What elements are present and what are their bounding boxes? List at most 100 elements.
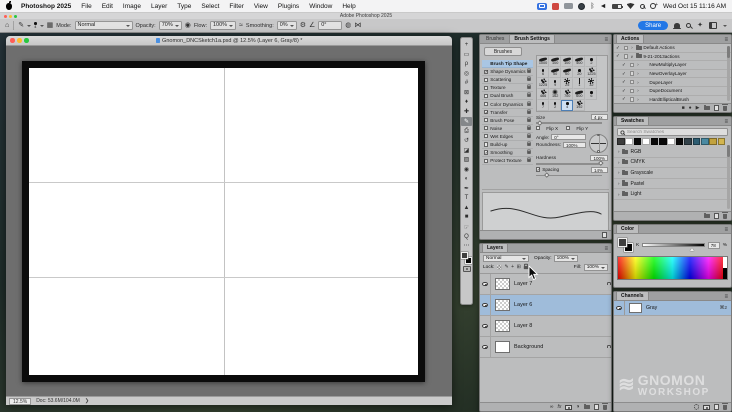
action-name[interactable]: HardEllipticalBrush <box>649 97 689 102</box>
layer-thumbnail[interactable] <box>495 278 510 290</box>
tab-channels[interactable]: Channels <box>616 291 649 300</box>
chevron-down-icon[interactable] <box>723 25 727 27</box>
delete-channel-icon[interactable] <box>723 405 728 410</box>
panel-menu-icon[interactable]: ≡ <box>724 228 729 233</box>
brush-settings-section[interactable]: Wet Edges <box>482 133 533 141</box>
spacing-slider[interactable] <box>536 175 602 177</box>
swatch-group-row[interactable]: › Grayscale <box>614 168 731 179</box>
new-group-icon[interactable] <box>584 405 590 409</box>
brush-settings-section[interactable]: Transfer <box>482 109 533 117</box>
swatch-group-name[interactable]: Light <box>631 191 642 197</box>
spacing-slider-knob[interactable] <box>544 172 549 177</box>
quick-mask-mode-icon[interactable] <box>463 266 471 272</box>
layer-effects-icon[interactable]: fx <box>557 405 561 410</box>
brush-tip-preset[interactable]: 400 <box>573 56 585 67</box>
expand-caret-icon[interactable]: › <box>629 45 634 50</box>
lock-artboard-icon[interactable]: ⊞ <box>517 265 521 270</box>
layer-row[interactable]: Layer 8 <box>480 316 611 337</box>
flip-x-checkbox[interactable] <box>536 126 540 130</box>
delete-layer-icon[interactable] <box>603 405 608 410</box>
size-slider[interactable] <box>536 122 602 124</box>
angle-field[interactable]: 0° <box>551 134 586 140</box>
smoothing-select[interactable]: 0% <box>277 21 297 31</box>
toggle-brush-settings-icon[interactable]: ▦ <box>47 22 54 29</box>
tab-swatches[interactable]: Swatches <box>616 116 649 125</box>
menu-item[interactable]: Window <box>304 3 337 10</box>
action-dialog-toggle[interactable] <box>624 46 628 50</box>
swatch-group-name[interactable]: RGB <box>631 149 642 155</box>
dodge-tool[interactable]: ◐ <box>461 174 472 184</box>
brush-tip-preset[interactable]: 25 <box>561 78 573 89</box>
section-checkbox[interactable] <box>484 86 488 90</box>
color-swatch[interactable] <box>718 138 726 145</box>
tab-layers[interactable]: Layers <box>482 243 508 252</box>
brush-tip-preset[interactable]: 600 <box>573 89 585 100</box>
bluetooth-icon[interactable]: ᛒ <box>590 3 594 10</box>
workspace-switcher-icon[interactable] <box>709 22 717 29</box>
opacity-select[interactable]: 70% <box>159 21 182 31</box>
shape-tool[interactable]: ■ <box>461 213 472 223</box>
menu-item[interactable]: Layer <box>146 3 172 10</box>
hardness-slider-knob[interactable] <box>599 161 604 166</box>
volume-icon[interactable]: ◄ <box>600 3 607 10</box>
record-status-icon[interactable] <box>552 3 559 10</box>
brush-tip-preset[interactable]: 60 <box>561 67 573 78</box>
action-row[interactable]: ✓ › DupeDocument <box>614 87 731 96</box>
layer-visibility-eye-icon[interactable] <box>482 303 488 308</box>
menu-item[interactable]: Select <box>196 3 224 10</box>
lock-icon[interactable] <box>528 151 531 154</box>
color-swatch[interactable] <box>634 138 642 145</box>
size-slider-knob[interactable] <box>537 120 542 125</box>
type-tool[interactable]: T <box>461 194 472 204</box>
blend-mode-select[interactable]: Normal <box>75 21 133 31</box>
spacing-value-field[interactable]: 14% <box>591 167 608 173</box>
camera-status-icon[interactable] <box>578 3 585 10</box>
action-dialog-toggle[interactable] <box>624 54 628 58</box>
brush-settings-section[interactable]: Shape Dynamics <box>482 68 533 76</box>
edit-toolbar-ellipsis-icon[interactable]: ⋯ <box>464 242 470 249</box>
lock-position-icon[interactable]: + <box>511 265 514 270</box>
lock-icon[interactable] <box>528 111 531 114</box>
brush-tip-preset[interactable]: 1000 <box>537 56 549 67</box>
brush-preset-picker[interactable]: 4 <box>34 22 37 29</box>
expand-caret-icon[interactable]: › <box>618 192 620 197</box>
smoothing-options-gear-icon[interactable]: ⚙ <box>300 22 306 29</box>
action-enabled-check[interactable]: ✓ <box>622 88 628 94</box>
action-enabled-check[interactable]: ✓ <box>616 53 622 59</box>
layer-visibility-eye-icon[interactable] <box>482 324 488 329</box>
canvas-artboard[interactable] <box>22 61 425 382</box>
flow-select[interactable]: 100% <box>210 21 236 31</box>
section-checkbox[interactable] <box>484 78 488 82</box>
action-dialog-toggle[interactable] <box>630 89 634 93</box>
channel-name[interactable]: Gray <box>646 305 657 311</box>
lock-icon[interactable] <box>528 86 531 89</box>
lock-icon[interactable] <box>528 127 531 130</box>
panel-menu-icon[interactable]: ≡ <box>604 247 609 252</box>
swatch-group-name[interactable]: Pastel <box>631 181 645 187</box>
expand-caret-icon[interactable]: › <box>635 62 640 67</box>
marquee-tool[interactable]: ▭ <box>461 50 472 60</box>
panel-menu-icon[interactable]: ≡ <box>724 120 729 125</box>
apple-menu-icon[interactable] <box>6 3 12 10</box>
new-swatch-group-icon[interactable] <box>704 214 710 218</box>
channel-row[interactable]: Gray ⌘2 <box>614 301 731 316</box>
spacing-checkbox[interactable] <box>536 167 540 171</box>
brush-tip-preset[interactable]: 466 <box>537 89 549 100</box>
swatch-search-box[interactable] <box>617 128 728 136</box>
brush-tip-preset[interactable]: 4 <box>561 100 573 111</box>
roundness-handle[interactable] <box>597 150 600 153</box>
layer-thumbnail[interactable] <box>495 299 510 311</box>
color-swatch[interactable] <box>701 138 709 145</box>
lock-icon[interactable] <box>528 70 531 73</box>
size-value-field[interactable]: 4 px <box>591 114 608 120</box>
brush-tip-preset[interactable]: 6 <box>585 89 597 100</box>
notifications-bell-icon[interactable] <box>674 23 680 28</box>
object-selection-tool[interactable]: ◎ <box>461 69 472 79</box>
action-enabled-check[interactable]: ✓ <box>616 45 622 51</box>
action-name[interactable]: DupeLayer <box>649 80 672 85</box>
brush-settings-section[interactable]: Scattering <box>482 76 533 84</box>
brush-tip-preset[interactable]: 1225 <box>585 67 597 78</box>
record-action-icon[interactable]: ● <box>689 106 692 111</box>
brush-tip-preset[interactable]: 2 <box>549 100 561 111</box>
pressure-size-icon[interactable]: ◍ <box>345 22 351 29</box>
